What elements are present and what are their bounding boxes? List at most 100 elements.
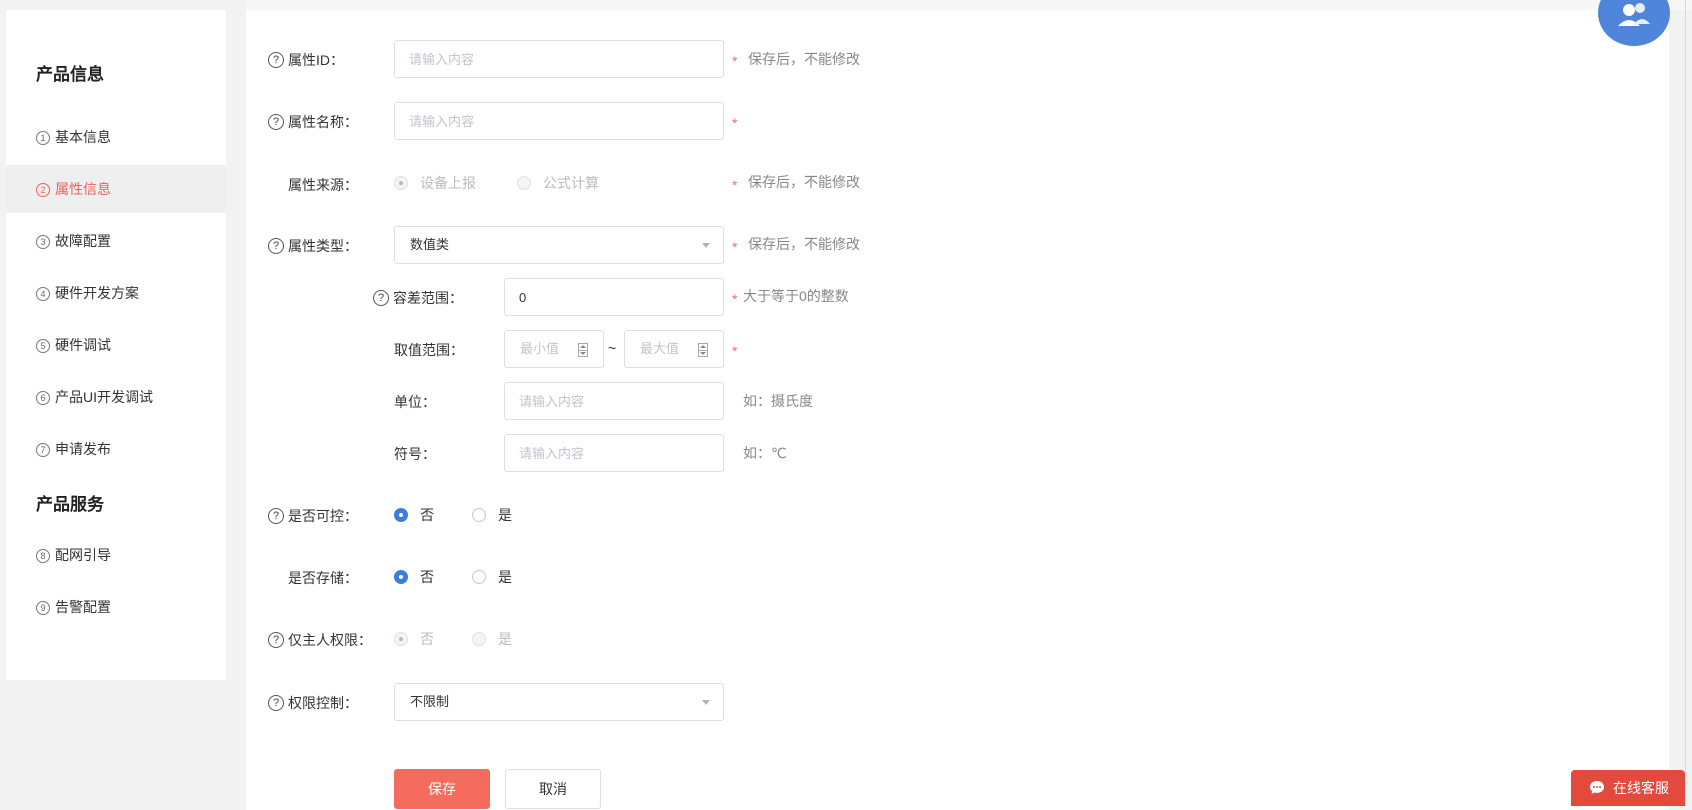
step-number: 9 [36,601,50,615]
chat-bubble-icon [1590,781,1604,794]
controllable-radio-yes[interactable]: 是 [472,505,512,525]
required-mark: * [732,239,738,255]
radio-label: 是 [498,507,512,523]
help-icon[interactable]: ? [268,238,284,254]
permission-select[interactable]: 不限制 [394,683,724,721]
attr-id-label: 属性ID： [288,52,344,68]
sidebar-item-hardware-debug[interactable]: 5 硬件调试 [6,321,226,369]
top-strip [246,0,1692,10]
storable-label: 是否存储： [288,570,358,586]
spinner-icon[interactable] [698,343,708,357]
cancel-button[interactable]: 取消 [505,769,601,809]
permission-label: 权限控制： [288,695,358,711]
sidebar-item-label: 硬件调试 [55,337,111,353]
attr-source-radio-device[interactable]: 设备上报 [394,173,476,193]
radio-label: 是 [498,569,512,585]
unit-hint: 如：摄氏度 [743,393,813,409]
sidebar-item-label: 硬件开发方案 [55,285,139,301]
placeholder-text: 最大值 [640,341,680,356]
sidebar-item-hardware-dev[interactable]: 4 硬件开发方案 [6,269,226,317]
help-icon[interactable]: ? [268,52,284,68]
sidebar-item-ui-debug[interactable]: 6 产品UI开发调试 [6,373,226,421]
symbol-label: 符号： [394,446,436,462]
range-min-input[interactable]: 最小值 [504,330,604,368]
required-mark: * [732,343,738,359]
sidebar-item-label: 申请发布 [55,441,111,457]
owner-only-label: 仅主人权限： [288,632,372,648]
radio-label: 公式计算 [543,175,599,191]
radio-dot [472,632,486,646]
attr-id-input[interactable] [394,40,724,78]
sidebar-item-label: 产品UI开发调试 [55,389,153,405]
radio-label: 是 [498,631,512,647]
step-number: 1 [36,131,50,145]
required-mark: * [732,291,738,307]
radio-dot [472,508,486,522]
scrollbar[interactable] [1685,0,1686,806]
select-value: 不限制 [410,694,450,709]
sidebar-item-publish[interactable]: 7 申请发布 [6,425,226,473]
attr-source-radio-formula[interactable]: 公式计算 [517,173,599,193]
controllable-label: 是否可控： [288,508,358,524]
attr-type-hint: 保存后，不能修改 [748,236,860,252]
help-icon[interactable]: ? [268,632,284,648]
attr-name-input[interactable] [394,102,724,140]
step-number: 4 [36,287,50,301]
online-service-button[interactable]: 在线客服 [1571,770,1685,806]
radio-dot [394,508,408,522]
unit-label: 单位： [394,394,436,410]
step-number: 2 [36,183,50,197]
radio-label: 否 [420,569,434,585]
tolerance-input[interactable] [504,278,724,316]
required-mark: * [732,53,738,69]
owner-only-radio-no[interactable]: 否 [394,629,434,649]
user-group-avatar[interactable] [1598,0,1670,46]
product-service-heading: 产品服务 [36,495,104,514]
sidebar-item-basic-info[interactable]: 1 基本信息 [6,113,226,161]
sidebar-item-fault-config[interactable]: 3 故障配置 [6,217,226,265]
step-number: 3 [36,235,50,249]
owner-only-radio-yes[interactable]: 是 [472,629,512,649]
required-mark: * [732,177,738,193]
sidebar-item-network-guide[interactable]: 8 配网引导 [6,531,226,579]
sidebar-item-label: 基本信息 [55,129,111,145]
sidebar-item-label: 告警配置 [55,599,111,615]
storable-radio-no[interactable]: 否 [394,567,434,587]
radio-label: 设备上报 [420,175,476,191]
radio-dot [394,570,408,584]
unit-input[interactable] [504,382,724,420]
help-icon[interactable]: ? [268,508,284,524]
tolerance-hint: 大于等于0的整数 [743,288,849,304]
storable-radio-yes[interactable]: 是 [472,567,512,587]
controllable-radio-no[interactable]: 否 [394,505,434,525]
help-icon[interactable]: ? [268,114,284,130]
select-value: 数值类 [410,237,450,252]
spinner-icon[interactable] [578,343,588,357]
attr-type-select[interactable]: 数值类 [394,226,724,264]
sidebar-item-alarm-config[interactable]: 9 告警配置 [6,583,226,631]
step-number: 8 [36,549,50,563]
sidebar-item-label: 故障配置 [55,233,111,249]
users-icon [1618,3,1650,26]
sidebar-item-label: 配网引导 [55,547,111,563]
sidebar: 产品信息 1 基本信息 2 属性信息 3 故障配置 4 硬件开发方案 5 硬件调试 6 产品… [6,10,226,680]
radio-dot [394,176,408,190]
help-icon[interactable]: ? [268,695,284,711]
sidebar-item-attribute-info[interactable]: 2 属性信息 [6,165,226,213]
range-max-input[interactable]: 最大值 [624,330,724,368]
radio-dot [517,176,531,190]
product-info-heading: 产品信息 [36,65,104,84]
radio-dot [394,632,408,646]
attr-id-hint: 保存后，不能修改 [748,51,860,67]
help-icon[interactable]: ? [373,290,389,306]
symbol-input[interactable] [504,434,724,472]
step-number: 7 [36,443,50,457]
attr-type-label: 属性类型： [288,238,358,254]
save-button[interactable]: 保存 [394,769,490,809]
symbol-hint: 如：℃ [743,445,787,461]
radio-label: 否 [420,507,434,523]
step-number: 6 [36,391,50,405]
radio-label: 否 [420,631,434,647]
online-service-label: 在线客服 [1613,780,1669,796]
attr-name-label: 属性名称： [288,114,358,130]
